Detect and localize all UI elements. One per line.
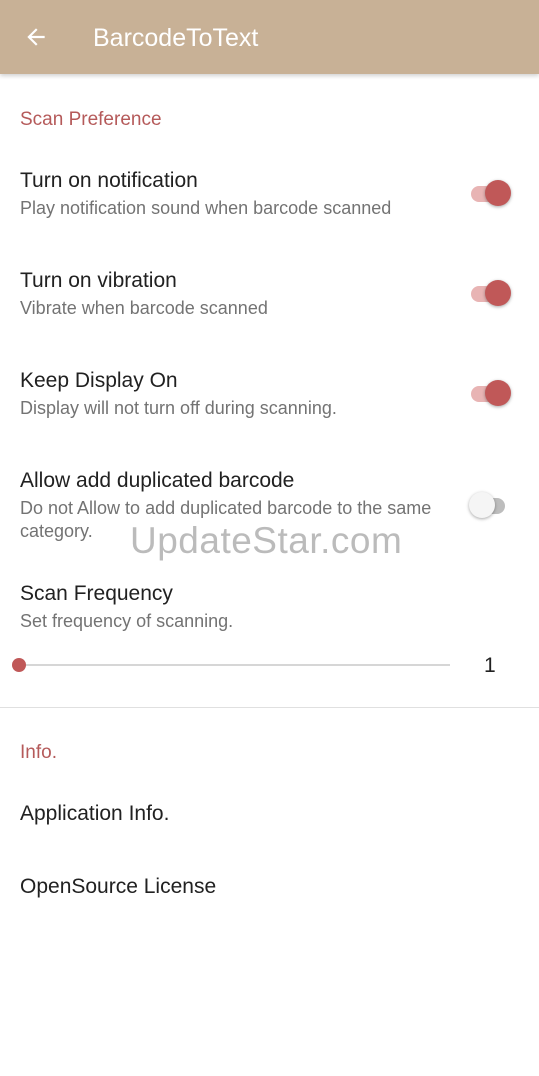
pref-title: Allow add duplicated barcode bbox=[20, 469, 295, 492]
opensource-license-item[interactable]: OpenSource License bbox=[0, 859, 539, 915]
info-item-label: Application Info. bbox=[20, 802, 170, 825]
toggle-thumb bbox=[485, 280, 511, 306]
toggle-thumb bbox=[485, 180, 511, 206]
pref-title: Turn on notification bbox=[20, 169, 198, 192]
notification-toggle[interactable] bbox=[469, 178, 515, 208]
allow-duplicated-toggle[interactable] bbox=[469, 490, 515, 520]
pref-summary: Play notification sound when barcode sca… bbox=[20, 198, 392, 218]
pref-summary: Vibrate when barcode scanned bbox=[20, 298, 268, 318]
scan-frequency-value: 1 bbox=[484, 654, 496, 677]
pref-title: Scan Frequency bbox=[20, 582, 173, 605]
page-title: BarcodeToText bbox=[93, 24, 259, 52]
section-divider bbox=[0, 707, 539, 708]
pref-allow-duplicated[interactable]: Allow add duplicated barcode Do not Allo… bbox=[0, 467, 539, 567]
toggle-thumb bbox=[469, 492, 495, 518]
arrow-left-icon bbox=[27, 28, 45, 46]
slider-rail bbox=[18, 664, 450, 666]
application-info-item[interactable]: Application Info. bbox=[0, 786, 539, 842]
pref-title: Keep Display On bbox=[20, 369, 178, 392]
pref-title: Turn on vibration bbox=[20, 269, 177, 292]
back-button[interactable] bbox=[14, 17, 58, 57]
toggle-thumb bbox=[485, 380, 511, 406]
pref-summary: Set frequency of scanning. bbox=[20, 611, 234, 631]
slider-knob[interactable] bbox=[12, 658, 26, 672]
info-item-label: OpenSource License bbox=[20, 875, 217, 898]
vibration-toggle[interactable] bbox=[469, 278, 515, 308]
pref-scan-frequency[interactable]: Scan Frequency Set frequency of scanning… bbox=[0, 580, 539, 640]
pref-vibration[interactable]: Turn on vibration Vibrate when barcode s… bbox=[0, 267, 539, 357]
pref-keep-display-on[interactable]: Keep Display On Display will not turn of… bbox=[0, 367, 539, 457]
app-bar: BarcodeToText bbox=[0, 0, 539, 74]
settings-screen: BarcodeToText Scan Preference Turn on no… bbox=[0, 0, 539, 1076]
scan-frequency-slider[interactable] bbox=[12, 654, 452, 676]
section-header-scan-preference: Scan Preference bbox=[20, 109, 162, 130]
section-header-info: Info. bbox=[20, 742, 57, 763]
pref-summary: Display will not turn off during scannin… bbox=[20, 398, 337, 418]
pref-notification[interactable]: Turn on notification Play notification s… bbox=[0, 167, 539, 257]
keep-display-on-toggle[interactable] bbox=[469, 378, 515, 408]
pref-summary: Do not Allow to add duplicated barcode t… bbox=[20, 498, 432, 541]
